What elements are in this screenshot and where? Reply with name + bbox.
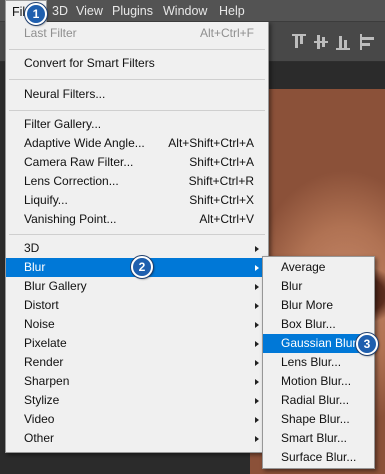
menu-item-label: Sharpen [24, 374, 70, 388]
menu-item-label: Neural Filters... [24, 87, 106, 101]
menu-window[interactable]: Window [163, 0, 207, 22]
menu-item-label: Lens Correction... [24, 174, 119, 188]
menu-item-label: Stylize [24, 393, 60, 407]
menu-bar: Filter 3D View Plugins Window Help [0, 0, 385, 22]
menu-item-label: Liquify... [24, 193, 68, 207]
submenu-arrow-icon [255, 265, 259, 271]
menu-item-label: Box Blur... [281, 317, 336, 331]
menu-item-neural-filters[interactable]: Neural Filters... [6, 85, 268, 104]
menu-item-label: Blur [24, 260, 46, 274]
submenu-noise[interactable]: Noise [6, 315, 268, 334]
menu-item-label: Smart Blur... [281, 431, 348, 445]
menu-separator [9, 49, 265, 50]
menu-item-shortcut: Alt+Ctrl+V [199, 212, 254, 226]
menu-item-label: Other [24, 431, 55, 445]
menu-help[interactable]: Help [219, 0, 245, 22]
step-2-badge: 2 [131, 256, 153, 278]
menu-item-label: Blur Gallery [24, 279, 87, 293]
blur-item-lens-blur[interactable]: Lens Blur... [263, 353, 374, 372]
blur-item-blur-more[interactable]: Blur More [263, 296, 374, 315]
submenu-arrow-icon [255, 398, 259, 404]
menu-item-adaptive-wide-angle[interactable]: Adaptive Wide Angle... Alt+Shift+Ctrl+A [6, 134, 268, 153]
submenu-arrow-icon [255, 417, 259, 423]
submenu-sharpen[interactable]: Sharpen [6, 372, 268, 391]
submenu-arrow-icon [255, 436, 259, 442]
menu-item-convert-smart-filters[interactable]: Convert for Smart Filters [6, 54, 268, 73]
submenu-arrow-icon [255, 284, 259, 290]
menu-item-liquify[interactable]: Liquify... Shift+Ctrl+X [6, 191, 268, 210]
menu-separator [9, 79, 265, 80]
blur-item-blur[interactable]: Blur [263, 277, 374, 296]
blur-item-box-blur[interactable]: Box Blur... [263, 315, 374, 334]
menu-item-label: Filter Gallery... [24, 117, 102, 131]
submenu-render[interactable]: Render [6, 353, 268, 372]
menu-item-lens-correction[interactable]: Lens Correction... Shift+Ctrl+R [6, 172, 268, 191]
blur-item-average[interactable]: Average [263, 258, 374, 277]
menu-item-label: Render [24, 355, 64, 369]
menu-item-label: Distort [24, 298, 59, 312]
submenu-stylize[interactable]: Stylize [6, 391, 268, 410]
submenu-pixelate[interactable]: Pixelate [6, 334, 268, 353]
menu-item-label: Pixelate [24, 336, 67, 350]
blur-submenu: Average Blur Blur More Box Blur... Gauss… [262, 256, 375, 469]
blur-item-surface-blur[interactable]: Surface Blur... [263, 448, 374, 467]
menu-item-filter-gallery[interactable]: Filter Gallery... [6, 115, 268, 134]
menu-item-label: Gaussian Blur... [281, 336, 366, 350]
submenu-arrow-icon [255, 341, 259, 347]
filter-menu: Last Filter Alt+Ctrl+F Convert for Smart… [5, 21, 269, 453]
align-bottom-icon[interactable] [336, 36, 350, 50]
menu-view[interactable]: View [76, 0, 103, 22]
align-icons-group [292, 32, 384, 52]
menu-item-shortcut: Alt+Shift+Ctrl+A [168, 136, 254, 150]
menu-item-label: Vanishing Point... [24, 212, 117, 226]
menu-item-label: Convert for Smart Filters [24, 56, 155, 70]
menu-item-camera-raw-filter[interactable]: Camera Raw Filter... Shift+Ctrl+A [6, 153, 268, 172]
menu-separator [9, 234, 265, 235]
menu-item-label: Blur [281, 279, 303, 293]
submenu-arrow-icon [255, 246, 259, 252]
menu-item-label: Noise [24, 317, 55, 331]
menu-item-last-filter: Last Filter Alt+Ctrl+F [6, 24, 268, 43]
submenu-3d[interactable]: 3D [6, 239, 268, 258]
menu-item-shortcut: Alt+Ctrl+F [199, 26, 254, 40]
step-1-badge: 1 [25, 3, 47, 25]
step-3-badge: 3 [356, 333, 378, 355]
blur-item-radial-blur[interactable]: Radial Blur... [263, 391, 374, 410]
menu-item-shortcut: Shift+Ctrl+R [188, 174, 254, 188]
menu-item-label: Lens Blur... [281, 355, 342, 369]
menu-item-label: Camera Raw Filter... [24, 155, 134, 169]
menu-item-vanishing-point[interactable]: Vanishing Point... Alt+Ctrl+V [6, 210, 268, 229]
menu-item-label: Surface Blur... [281, 450, 357, 464]
menu-item-label: Video [24, 412, 55, 426]
blur-item-motion-blur[interactable]: Motion Blur... [263, 372, 374, 391]
submenu-arrow-icon [255, 322, 259, 328]
blur-item-shape-blur[interactable]: Shape Blur... [263, 410, 374, 429]
menu-item-shortcut: Shift+Ctrl+X [189, 193, 254, 207]
blur-item-smart-blur[interactable]: Smart Blur... [263, 429, 374, 448]
menu-item-label: Radial Blur... [281, 393, 350, 407]
menu-item-label: Shape Blur... [281, 412, 350, 426]
submenu-arrow-icon [255, 303, 259, 309]
submenu-other[interactable]: Other [6, 429, 268, 448]
submenu-distort[interactable]: Distort [6, 296, 268, 315]
submenu-arrow-icon [255, 360, 259, 366]
menu-separator [9, 110, 265, 111]
menu-plugins[interactable]: Plugins [112, 0, 153, 22]
submenu-blur-gallery[interactable]: Blur Gallery [6, 277, 268, 296]
submenu-arrow-icon [255, 379, 259, 385]
menu-item-label: Adaptive Wide Angle... [24, 136, 145, 150]
submenu-video[interactable]: Video [6, 410, 268, 429]
menu-3d[interactable]: 3D [52, 0, 68, 22]
align-vertical-center-icon[interactable] [314, 35, 328, 49]
menu-item-label: 3D [24, 241, 40, 255]
menu-item-label: Motion Blur... [281, 374, 352, 388]
menu-item-shortcut: Shift+Ctrl+A [189, 155, 254, 169]
align-left-icon[interactable] [360, 34, 374, 50]
align-top-icon[interactable] [292, 34, 306, 48]
menu-item-label: Blur More [281, 298, 334, 312]
menu-item-label: Last Filter [24, 26, 77, 40]
menu-item-label: Average [281, 260, 326, 274]
